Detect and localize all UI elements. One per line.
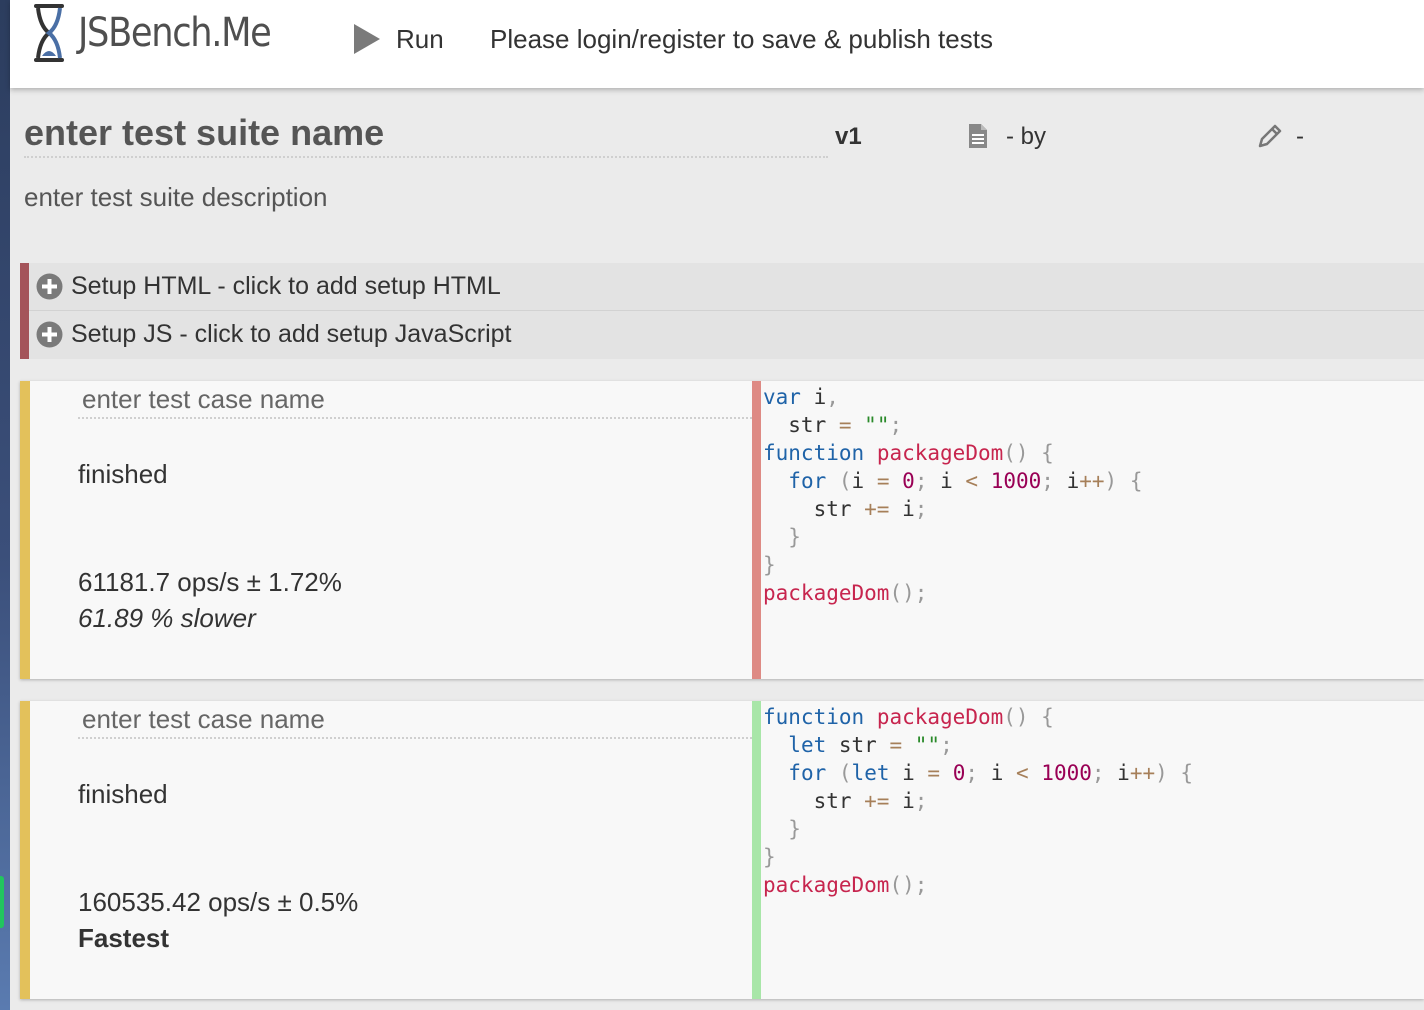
test-case: enter test case name finished 160535.42 …	[20, 701, 1424, 999]
code-line: for (let i = 0; i < 1000; i++) {	[788, 761, 1194, 785]
test-case-status: finished	[78, 779, 168, 809]
code-editor[interactable]: var i, str = ""; function packageDom() {…	[752, 381, 1424, 679]
setup-panel: Setup HTML - click to add setup HTML Set…	[20, 263, 1424, 359]
code-line: }	[788, 817, 801, 841]
test-case-name-input[interactable]: enter test case name	[78, 701, 752, 739]
plus-circle-icon	[36, 321, 63, 348]
test-case-ops: 160535.42 ops/s ± 0.5%	[78, 887, 359, 917]
run-label: Run	[396, 23, 444, 54]
code-line: function packageDom() {	[763, 441, 1054, 465]
test-case-relative: Fastest	[78, 923, 170, 953]
setup-html-toggle[interactable]: Setup HTML - click to add setup HTML	[29, 263, 1424, 310]
plus-circle-icon	[36, 273, 63, 300]
page: JSBench.Me Run Please login/register to …	[10, 0, 1424, 1010]
code-line: packageDom();	[763, 873, 928, 897]
test-case: enter test case name finished 61181.7 op…	[20, 381, 1424, 679]
code-editor[interactable]: function packageDom() { let str = ""; fo…	[752, 701, 1424, 999]
setup-js-toggle[interactable]: Setup JS - click to add setup JavaScript	[29, 310, 1424, 358]
test-case-ops: 61181.7 ops/s ± 1.72%	[78, 567, 342, 597]
test-case-status: finished	[78, 459, 168, 489]
test-case-accent	[20, 381, 30, 679]
setup-js-label: Setup JS - click to add setup JavaScript	[71, 320, 512, 348]
run-button[interactable]: Run	[352, 22, 444, 56]
window-edge	[0, 0, 10, 1010]
code-line: let str = "";	[788, 733, 953, 757]
test-case-name-input[interactable]: enter test case name	[78, 381, 752, 419]
logo[interactable]: JSBench.Me	[28, 2, 297, 64]
code-line: }	[763, 845, 776, 869]
code-line: var i,	[763, 385, 839, 409]
code-content[interactable]: var i, str = ""; function packageDom() {…	[761, 381, 1424, 607]
hourglass-logo-icon	[34, 4, 64, 62]
code-content[interactable]: function packageDom() { let str = ""; fo…	[761, 701, 1424, 899]
code-line: packageDom();	[763, 581, 928, 605]
top-navbar: JSBench.Me Run Please login/register to …	[10, 0, 1424, 88]
logo-text: JSBench.Me	[78, 10, 272, 56]
code-line: function packageDom() {	[763, 705, 1054, 729]
login-register-link[interactable]: Please login/register to save & publish …	[490, 24, 993, 55]
setup-html-label: Setup HTML - click to add setup HTML	[71, 272, 501, 300]
pencil-icon[interactable]	[1256, 122, 1284, 155]
author-label: - by	[1006, 123, 1047, 150]
code-line: for (i = 0; i < 1000; i++) {	[788, 469, 1143, 493]
play-icon	[354, 24, 380, 54]
code-line: }	[788, 525, 801, 549]
suite-description-input[interactable]: enter test suite description	[24, 182, 328, 213]
code-line: str += i;	[763, 497, 928, 521]
version-label: v1	[835, 123, 862, 150]
test-case-relative: 61.89 % slower	[78, 603, 256, 633]
window-edge-indicator	[0, 876, 4, 928]
test-case-accent	[20, 701, 30, 999]
document-icon	[968, 123, 988, 154]
edit-info-dash: -	[1296, 123, 1304, 150]
code-line: str += i;	[763, 789, 928, 813]
code-line: }	[763, 553, 776, 577]
code-line: str = "";	[763, 413, 903, 437]
suite-name-input[interactable]: enter test suite name	[24, 110, 828, 158]
